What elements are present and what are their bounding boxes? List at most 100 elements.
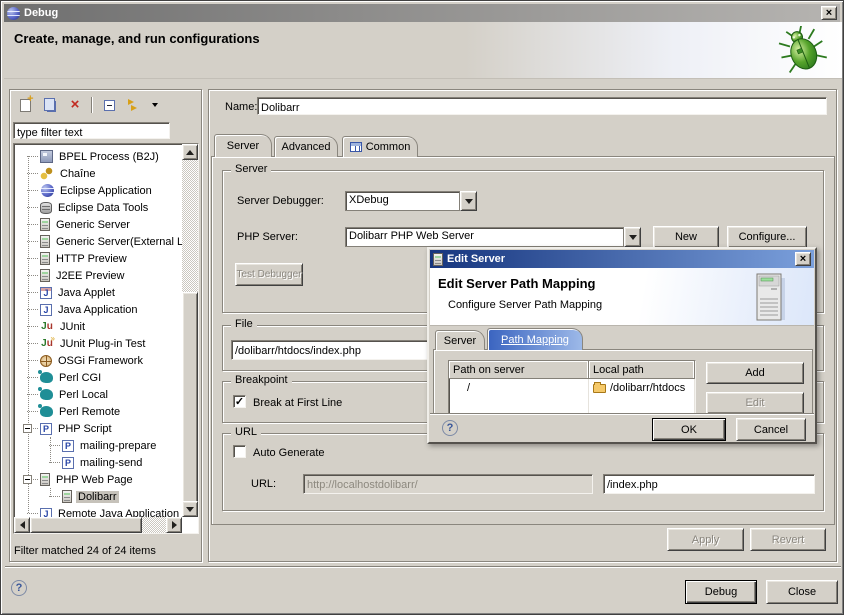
perl-icon (40, 372, 53, 383)
page-title: Create, manage, and run configurations (14, 31, 260, 46)
scroll-left-icon[interactable] (14, 517, 30, 533)
php-script-icon (62, 440, 74, 452)
breakpoint-group-title: Breakpoint (231, 374, 292, 386)
help-button[interactable]: ? (11, 580, 27, 596)
php-script-icon (40, 423, 52, 435)
filter-input[interactable] (14, 126, 169, 141)
eclipse-application-icon (41, 184, 54, 197)
base-url-input[interactable] (304, 476, 592, 494)
tree-item-selected[interactable]: Dolibarr (14, 488, 182, 505)
scroll-right-icon[interactable] (166, 517, 182, 533)
server-debugger-combo[interactable]: XDebug (345, 191, 477, 211)
revert-button[interactable]: Revert (750, 528, 826, 551)
php-web-page-icon (62, 490, 72, 503)
dialog-close-button[interactable]: × (795, 252, 811, 266)
tree-item[interactable]: Chaîne (14, 165, 182, 182)
dialog-tab-path-mapping[interactable]: Path Mapping (487, 328, 583, 350)
php-server-combo[interactable]: Dolibarr PHP Web Server (345, 227, 641, 247)
cell-local-path[interactable]: /dolibarr/htdocs (589, 379, 695, 397)
toolbar-separator (91, 97, 93, 113)
new-configuration-icon[interactable] (16, 96, 34, 114)
server-icon (433, 253, 443, 266)
test-debugger-button[interactable]: Test Debugger (235, 263, 303, 286)
tree-item[interactable]: Eclipse Application (14, 182, 182, 199)
dialog-titlebar[interactable]: Edit Server × (430, 250, 814, 268)
add-mapping-button[interactable]: Add (706, 362, 804, 384)
tree-item[interactable]: »JUnit Plug-in Test (14, 335, 182, 352)
table-header-row: Path on server Local path (449, 361, 695, 379)
tree-item[interactable]: J2EE Preview (14, 267, 182, 284)
cell-server-path[interactable]: / (449, 379, 589, 397)
delete-configuration-icon[interactable]: × (66, 96, 84, 114)
tree-item[interactable]: mailing-send (14, 454, 182, 471)
window-close-button[interactable]: × (821, 6, 837, 20)
combo-dropdown-icon[interactable] (460, 191, 477, 211)
scroll-down-icon[interactable] (182, 501, 198, 517)
close-button[interactable]: Close (766, 580, 838, 604)
dialog-subheading: Configure Server Path Mapping (448, 299, 602, 311)
collapse-expander-icon[interactable] (23, 475, 32, 484)
dialog-heading: Edit Server Path Mapping (438, 276, 595, 291)
column-header-path-on-server[interactable]: Path on server (449, 361, 589, 379)
tree-item[interactable]: Eclipse Data Tools (14, 199, 182, 216)
tree-item[interactable]: Java Application (14, 301, 182, 318)
tree-vscrollbar[interactable] (182, 144, 198, 517)
edit-server-dialog: Edit Server × Edit Server Path Mapping C… (427, 247, 817, 444)
php-web-page-icon (40, 473, 50, 486)
tree-items: BPEL Process (B2J) Chaîne Eclipse Applic… (14, 148, 182, 522)
auto-generate-label: Auto Generate (253, 447, 325, 459)
tree-item[interactable]: PHP Web Page (14, 471, 182, 488)
tree-item[interactable]: mailing-prepare (14, 437, 182, 454)
tree-item[interactable]: JUnit (14, 318, 182, 335)
dialog-title: Edit Server (447, 253, 505, 265)
auto-generate-checkbox[interactable] (233, 445, 246, 458)
name-input[interactable] (258, 100, 826, 116)
java-applet-icon (40, 287, 52, 299)
tab-common[interactable]: Common (342, 136, 418, 157)
url-path-input[interactable] (604, 476, 814, 494)
footer-separator (5, 566, 841, 568)
collapse-all-icon[interactable] (100, 96, 118, 114)
debug-bug-icon (777, 26, 829, 76)
filter-input-wrap (13, 122, 170, 139)
tree-item[interactable]: Perl CGI (14, 369, 182, 386)
break-first-line-checkbox[interactable] (233, 395, 246, 408)
tree-item[interactable]: HTTP Preview (14, 250, 182, 267)
duplicate-configuration-icon[interactable] (41, 96, 59, 114)
php-server-label: PHP Server: (237, 231, 298, 243)
tab-advanced[interactable]: Advanced (274, 136, 338, 157)
configure-server-button[interactable]: Configure... (727, 226, 807, 248)
dialog-tab-server[interactable]: Server (435, 330, 485, 350)
tree-item[interactable]: Perl Remote (14, 403, 182, 420)
configurations-sidebar: × BPEL Process (B2J) Chaîne Eclipse Appl… (9, 89, 202, 562)
tree-item[interactable]: Generic Server(External La (14, 233, 182, 250)
new-server-button[interactable]: New (653, 226, 719, 248)
dialog-help-button[interactable]: ? (442, 420, 458, 436)
vscroll-thumb[interactable] (182, 292, 198, 503)
cancel-button[interactable]: Cancel (736, 418, 806, 441)
edit-mapping-button[interactable]: Edit (706, 392, 804, 414)
server-tower-icon (752, 272, 788, 324)
server-debugger-label: Server Debugger: (237, 195, 324, 207)
scroll-up-icon[interactable] (182, 144, 198, 160)
window-titlebar[interactable]: Debug × (4, 4, 840, 22)
server-icon (40, 269, 50, 282)
table-row[interactable]: / /dolibarr/htdocs (449, 379, 695, 397)
combo-dropdown-icon[interactable] (624, 227, 641, 247)
apply-button[interactable]: Apply (667, 528, 744, 551)
tree-item[interactable]: PHP Script (14, 420, 182, 437)
tree-item[interactable]: OSGi Framework (14, 352, 182, 369)
tab-server[interactable]: Server (214, 134, 272, 157)
tree-item[interactable]: Perl Local (14, 386, 182, 403)
hscroll-thumb[interactable] (30, 517, 142, 533)
debug-button[interactable]: Debug (685, 580, 757, 604)
tree-hscrollbar[interactable] (14, 517, 182, 533)
tree-item[interactable]: BPEL Process (B2J) (14, 148, 182, 165)
tree-item[interactable]: Java Applet (14, 284, 182, 301)
filter-configurations-icon[interactable] (125, 96, 143, 114)
column-header-local-path[interactable]: Local path (589, 361, 695, 379)
filter-menu-arrow-icon[interactable] (150, 96, 160, 114)
ok-button[interactable]: OK (652, 418, 726, 441)
collapse-expander-icon[interactable] (23, 424, 32, 433)
tree-item[interactable]: Generic Server (14, 216, 182, 233)
